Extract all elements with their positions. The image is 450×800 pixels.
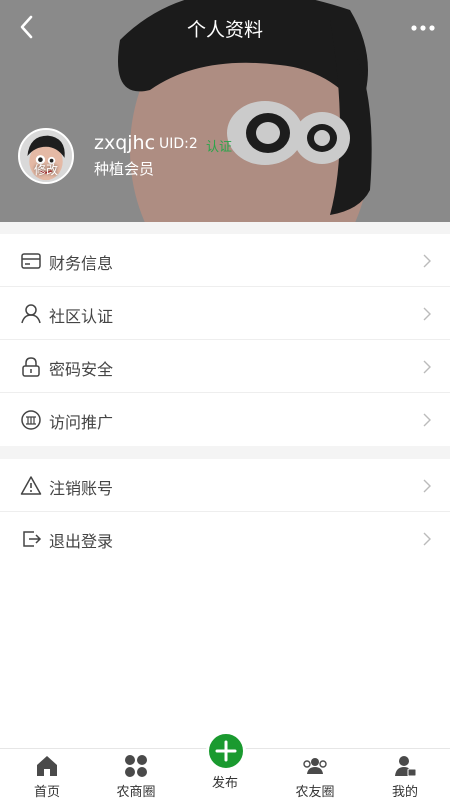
wallet-card-icon	[21, 253, 41, 269]
empty-content-area	[0, 565, 450, 748]
tab-farmer-circle[interactable]: 农友圈	[270, 749, 360, 800]
username: zxqjhc	[94, 132, 156, 154]
tab-label: 首页	[33, 785, 60, 800]
warning-icon	[20, 476, 42, 495]
chevron-right-icon	[423, 307, 431, 321]
menu-item-finance[interactable]: 财务信息	[0, 234, 450, 287]
chevron-right-icon	[423, 254, 431, 268]
tab-label: 农商圈	[116, 785, 156, 800]
tab-label: 农友圈	[295, 785, 335, 800]
tab-mine[interactable]: 我的	[360, 749, 450, 800]
chevron-right-icon	[423, 532, 431, 546]
plus-icon	[215, 740, 237, 762]
page-title: 个人资料	[186, 19, 263, 41]
menu-item-label: 退出登录	[49, 532, 114, 551]
people-icon	[303, 758, 327, 774]
person-icon	[395, 756, 417, 777]
user-id: UID:2	[159, 136, 198, 152]
more-dots-icon[interactable]	[410, 18, 436, 38]
avatar[interactable]: 修改	[18, 128, 74, 184]
menu-item-label: 注销账号	[49, 479, 114, 498]
chevron-right-icon	[423, 360, 431, 374]
menu-item-promotion[interactable]: 访问推广	[0, 393, 450, 446]
home-icon	[37, 756, 57, 776]
tab-agri-business[interactable]: 农商圈	[91, 749, 181, 800]
settings-menu-group-2: 注销账号 退出登录	[0, 459, 450, 565]
profile-header: 个人资料 修改 zxqjhc UID:2 认证 种植会员	[0, 0, 450, 222]
user-icon	[21, 304, 41, 324]
top-bar: 个人资料	[0, 0, 450, 56]
avatar-edit-label[interactable]: 修改	[20, 161, 72, 178]
menu-item-logout[interactable]: 退出登录	[0, 512, 450, 565]
lock-icon	[22, 357, 40, 377]
menu-item-label: 访问推广	[49, 413, 114, 432]
menu-item-delete-account[interactable]: 注销账号	[0, 459, 450, 512]
menu-item-password-security[interactable]: 密码安全	[0, 340, 450, 393]
member-level: 种植会员	[94, 160, 155, 178]
chevron-right-icon	[423, 413, 431, 427]
grid-circle-icon	[125, 755, 147, 777]
menu-item-label: 密码安全	[49, 360, 114, 379]
publish-button[interactable]	[206, 731, 246, 771]
logout-icon	[23, 531, 42, 547]
promotion-icon	[21, 410, 41, 430]
publish-label[interactable]: 发布	[195, 772, 255, 791]
menu-item-label: 社区认证	[49, 307, 114, 326]
status-badge: 认证	[206, 140, 233, 155]
menu-item-community-verify[interactable]: 社区认证	[0, 287, 450, 340]
tab-home[interactable]: 首页	[2, 749, 92, 800]
tab-label: 我的	[391, 785, 418, 800]
menu-item-label: 财务信息	[49, 254, 114, 273]
chevron-right-icon	[423, 479, 431, 493]
settings-menu-group-1: 财务信息 社区认证 密码安全 访问推广	[0, 234, 450, 446]
